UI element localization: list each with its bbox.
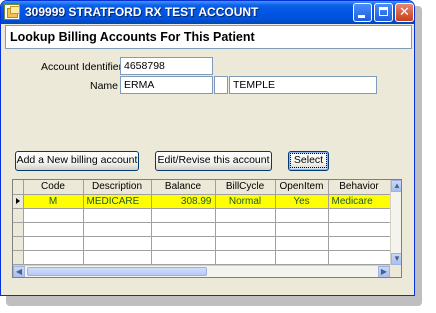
maximize-button[interactable] <box>374 3 393 22</box>
horizontal-scrollbar[interactable]: ◀ ▶ <box>13 265 390 277</box>
column-header-description[interactable]: Description <box>83 180 152 195</box>
scroll-up-icon[interactable]: ▲ <box>391 180 401 192</box>
cell-openitem[interactable]: Yes <box>275 194 329 209</box>
name-label: Name <box>90 80 119 92</box>
current-row-arrow-icon <box>15 197 20 204</box>
row-indicator <box>13 194 24 209</box>
scroll-down-icon[interactable]: ▼ <box>391 253 401 265</box>
empty-row[interactable] <box>13 208 391 223</box>
empty-row[interactable] <box>13 236 391 251</box>
minimize-button[interactable] <box>353 3 372 22</box>
grid-header-indicator <box>13 180 24 195</box>
title-bar[interactable]: 309999 STRATFORD RX TEST ACCOUNT ✕ <box>1 1 414 24</box>
account-identifier-field[interactable]: 4658798 <box>120 57 213 75</box>
page-title: Lookup Billing Accounts For This Patient <box>10 30 255 44</box>
column-header-openitem[interactable]: OpenItem <box>275 180 329 195</box>
cell-behavior[interactable]: Medicare <box>328 194 391 209</box>
app-icon <box>4 4 20 20</box>
first-name-field[interactable]: ERMA <box>120 76 213 94</box>
scroll-right-icon[interactable]: ▶ <box>378 266 390 277</box>
select-button[interactable]: Select <box>288 151 329 171</box>
close-icon: ✕ <box>399 5 410 20</box>
minimize-icon <box>358 15 365 18</box>
grid-table: Code Description Balance BillCycle OpenI… <box>13 180 391 265</box>
cell-balance[interactable]: 308.99 <box>151 194 216 209</box>
billing-accounts-grid[interactable]: Code Description Balance BillCycle OpenI… <box>12 179 402 278</box>
column-header-balance[interactable]: Balance <box>151 180 216 195</box>
column-header-code[interactable]: Code <box>23 180 84 195</box>
window-title: 309999 STRATFORD RX TEST ACCOUNT <box>25 5 259 19</box>
dialog-window: 309999 STRATFORD RX TEST ACCOUNT ✕ Looku… <box>0 0 415 296</box>
select-button-label: Select <box>289 153 328 168</box>
header-panel: Lookup Billing Accounts For This Patient <box>5 25 412 49</box>
grid-header-row: Code Description Balance BillCycle OpenI… <box>13 180 391 195</box>
cell-billcycle[interactable]: Normal <box>215 194 276 209</box>
maximize-icon <box>379 7 388 16</box>
column-header-billcycle[interactable]: BillCycle <box>215 180 276 195</box>
table-row[interactable]: M MEDICARE 308.99 Normal Yes Medicare <box>13 194 391 209</box>
vertical-scrollbar[interactable]: ▲ ▼ <box>390 180 401 265</box>
scrollbar-corner <box>390 265 401 277</box>
last-name-field[interactable]: TEMPLE <box>229 76 377 94</box>
cell-code[interactable]: M <box>23 194 84 209</box>
scroll-left-icon[interactable]: ◀ <box>13 266 25 277</box>
empty-row[interactable] <box>13 222 391 237</box>
edit-revise-account-button[interactable]: Edit/Revise this account <box>155 151 272 171</box>
account-identifier-label: Account Identifier <box>41 61 123 73</box>
add-new-billing-account-button[interactable]: Add a New billing account <box>15 151 139 171</box>
cell-description[interactable]: MEDICARE <box>83 194 152 209</box>
horizontal-scroll-thumb[interactable] <box>27 267 207 276</box>
middle-initial-field[interactable] <box>214 76 228 94</box>
column-header-behavior[interactable]: Behavior <box>328 180 391 195</box>
empty-row[interactable] <box>13 250 391 265</box>
close-button[interactable]: ✕ <box>395 3 414 22</box>
